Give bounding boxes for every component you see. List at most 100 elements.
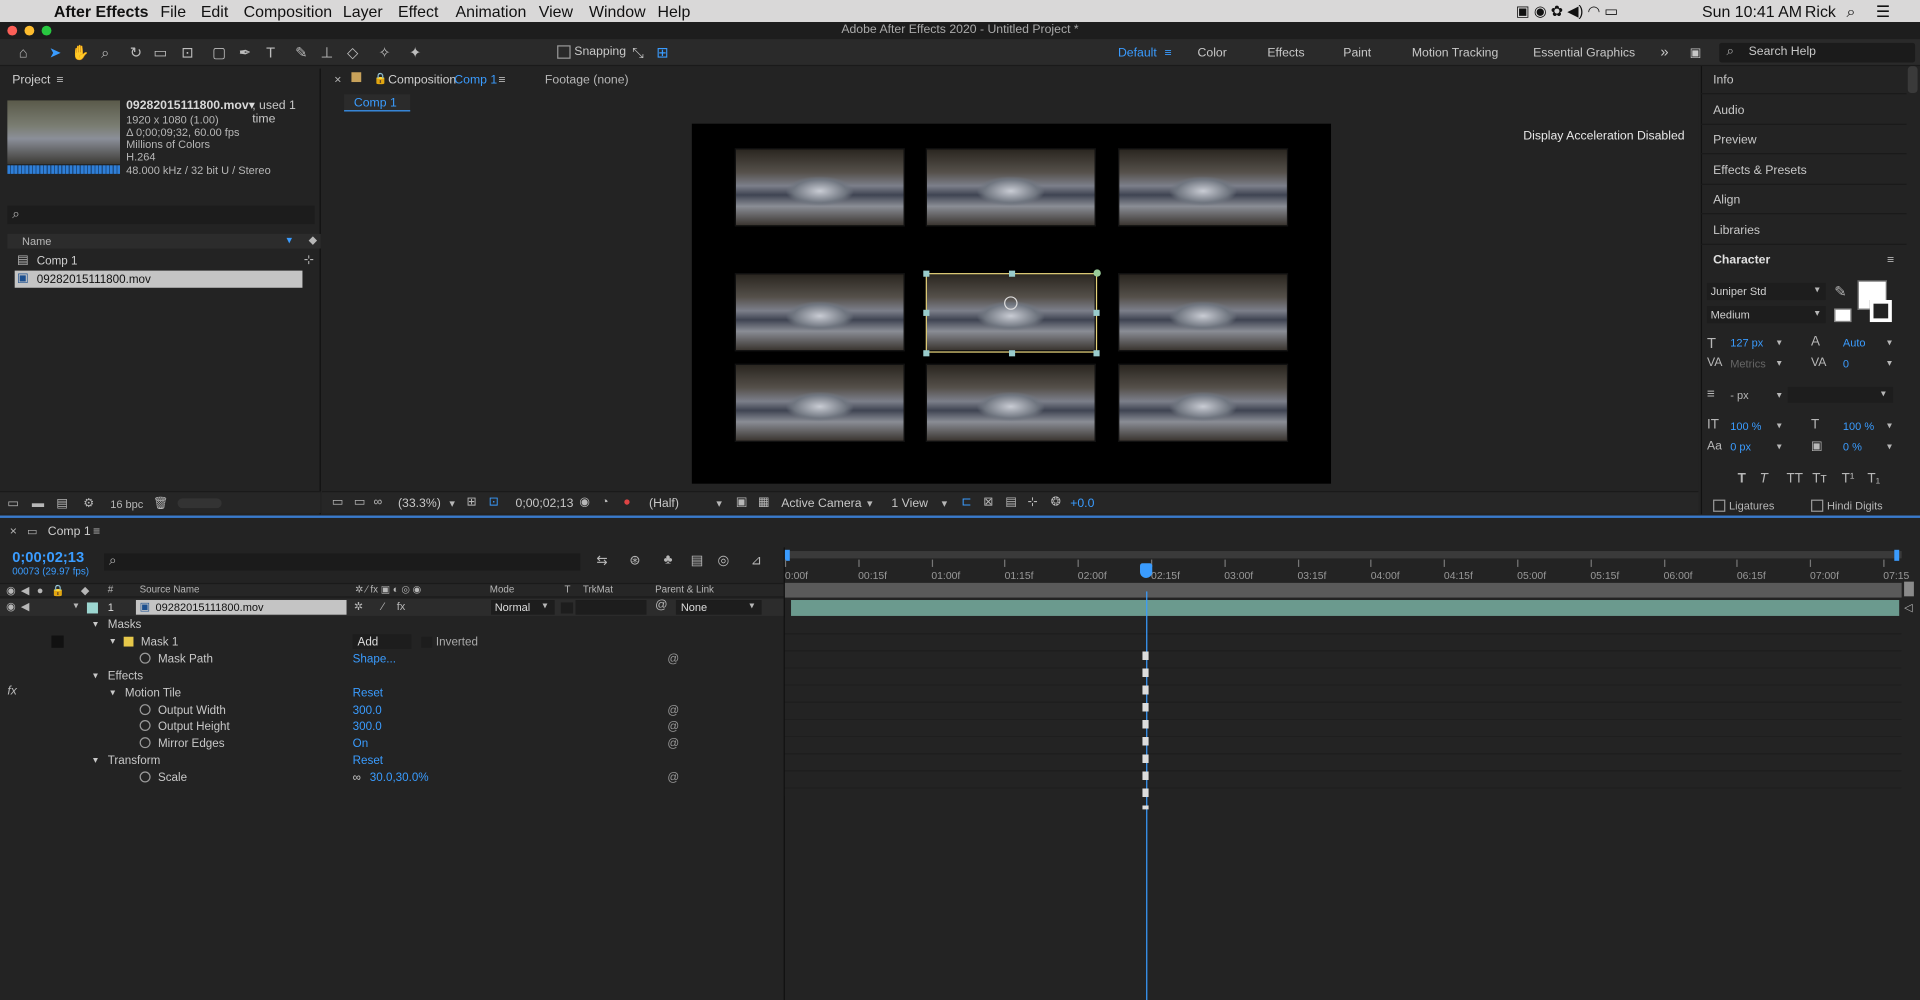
property-row[interactable]: ▾ Motion Tile Reset [0,685,784,702]
grid-icon[interactable]: ⊞ [467,496,477,509]
stopwatch-icon[interactable] [139,720,151,732]
zoom-slider-handle[interactable] [1904,581,1914,597]
trash-icon[interactable]: 🗑 [153,497,169,510]
quality-switch-icon[interactable]: ⁄ [382,600,384,612]
faux-bold-icon[interactable]: T [1738,471,1746,486]
label-color-swatch[interactable] [86,602,98,614]
mask-mode-dropdown[interactable]: Add [352,634,412,649]
panel-info[interactable]: Info [1713,73,1733,86]
current-time-timecode[interactable]: 0;00;02;13 [12,549,84,566]
column-name[interactable]: Name [22,235,51,247]
flowchart-icon[interactable]: ⊹ [1027,496,1037,509]
trkmat-dropdown[interactable] [575,600,647,615]
type-tool-icon[interactable]: T [262,44,279,61]
workspace-motion-tracking[interactable]: Motion Tracking [1412,47,1498,60]
timeline-graph-area[interactable]: 0:00f 00:15f 01:00f 01:15f 02:00f 02:15f 03:00… [784,547,1920,1000]
property-row[interactable]: Output Height 300.0 @ [0,719,784,736]
menu-file[interactable]: File [160,2,186,20]
column-source-name[interactable]: Source Name [140,584,200,595]
layer-duration-bar[interactable] [791,600,1900,616]
chevron-down-icon[interactable]: ▾ [1887,441,1892,452]
mask-handle[interactable] [923,270,930,277]
stopwatch-icon[interactable] [139,771,151,783]
stroke-width-value[interactable]: - px [1730,389,1748,401]
timeline-tab-label[interactable]: Comp 1 [48,525,91,538]
views-dropdown[interactable]: 1 View [891,497,928,510]
audio-icon[interactable]: ◀ [21,584,29,597]
chevron-down-icon[interactable]: ▾ [1887,337,1892,348]
graph-editor-icon[interactable]: ⊿ [751,552,762,568]
stopwatch-icon[interactable] [139,652,151,664]
close-window-button[interactable] [7,25,18,36]
selection-tool-icon[interactable]: ➤ [47,44,64,61]
chevron-down-icon[interactable]: ▾ [1777,358,1782,369]
motion-blur-icon[interactable]: ◎ [718,552,730,568]
mask-handle[interactable] [1093,309,1100,316]
comp-tab-prefix[interactable]: Composition [388,73,456,86]
superscript-icon[interactable]: T¹ [1842,471,1855,486]
panel-menu-icon[interactable]: ≡ [498,73,505,86]
parent-dropdown[interactable]: None ▾ [675,600,762,615]
minimize-window-button[interactable] [24,25,35,36]
chevron-down-icon[interactable]: ▾ [1887,420,1892,431]
property-track-area[interactable] [784,617,1902,796]
snapping-checkbox[interactable] [557,45,571,59]
mask-handle[interactable] [1008,350,1016,357]
time-navigator[interactable] [784,582,1902,598]
sort-arrow-icon[interactable]: ▾ [287,234,293,247]
bit-depth-button[interactable]: 16 bpc [110,498,143,510]
hand-tool-icon[interactable]: ✋ [71,44,89,61]
transparency-grid-icon[interactable]: ▦ [758,496,770,509]
layer-name-field[interactable]: ▣ 09282015111800.mov [135,600,347,615]
spotlight-icon[interactable]: ⌕ [1847,2,1856,22]
hindi-digits-checkbox[interactable] [1811,499,1824,512]
panel-audio[interactable]: Audio [1713,104,1744,117]
menu-window[interactable]: Window [589,2,646,20]
collapse-switch-icon[interactable]: ✲ [354,600,363,613]
camera-snapshot-icon[interactable]: ◉ [579,496,590,509]
workspace-effects[interactable]: Effects [1267,47,1304,60]
playhead-handle[interactable] [1140,563,1153,578]
project-search-input[interactable]: ⌕ [7,205,315,225]
blend-mode-dropdown[interactable]: Normal ▾ [491,600,555,615]
property-value[interactable]: 300.0 [353,703,382,716]
subscript-icon[interactable]: T₁ [1867,471,1880,486]
expression-pickwhip-icon[interactable]: @ [667,703,679,716]
menu-effect[interactable]: Effect [398,2,438,20]
footage-tab[interactable]: Footage (none) [545,73,629,86]
rotate-tool-icon[interactable]: ↻ [127,44,144,61]
expression-pickwhip-icon[interactable]: @ [667,652,679,665]
app-menu[interactable]: After Effects [54,2,149,20]
workspace-default[interactable]: Default [1118,47,1157,60]
property-row[interactable]: Output Width 300.0 @ [0,702,784,719]
always-preview-icon[interactable]: ▭ [332,496,344,509]
panel-scrollbar[interactable] [1907,66,1918,94]
menubar-user[interactable]: Rick [1805,2,1836,20]
small-caps-icon[interactable]: Tт [1812,471,1826,486]
workspace-menu-icon[interactable]: ≡ [1164,47,1171,60]
menu-help[interactable]: Help [658,2,691,20]
swatch-black-white[interactable] [1834,308,1852,323]
solo-icon[interactable]: ● [37,584,44,596]
chevron-down-icon[interactable]: ▾ [1777,441,1782,452]
audio-icon[interactable]: ◀ [21,600,29,613]
eraser-tool-icon[interactable]: ◇ [344,44,361,61]
property-row[interactable]: ▾ Masks [0,617,784,634]
close-tab-icon[interactable]: × [334,73,341,86]
status-icons[interactable]: ▣ ◉ ✿ ◀) ◠ ▭ [1516,2,1618,19]
pen-tool-icon[interactable]: ✒ [236,44,253,61]
font-family-dropdown[interactable]: Juniper Std ▾ [1706,282,1826,301]
workspace-paint[interactable]: Paint [1343,47,1371,60]
expression-pickwhip-icon[interactable]: @ [667,738,679,751]
stroke-style-dropdown[interactable]: ▾ [1787,386,1894,403]
comp-mini-flowchart-icon[interactable]: ⇆ [596,552,607,568]
expand-chevron-icon[interactable]: ▾ [93,755,98,766]
snap-grid-icon[interactable]: ⊞ [654,44,671,61]
mask-handle[interactable] [1093,350,1100,357]
eye-icon[interactable]: ◉ [6,600,16,613]
panel-libraries[interactable]: Libraries [1713,224,1760,237]
show-snapshot-icon[interactable]: ◔ [601,496,608,509]
menu-view[interactable]: View [539,2,573,20]
clone-stamp-tool-icon[interactable]: ⊥ [318,44,335,61]
roi-icon[interactable]: ▣ [736,496,748,509]
